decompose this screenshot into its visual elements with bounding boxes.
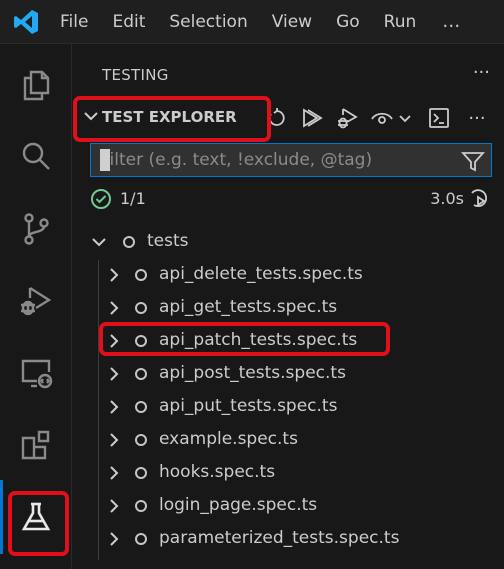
chevron-right-icon xyxy=(110,367,119,381)
test-explorer-header[interactable]: TEST EXPLORER ··· xyxy=(73,100,504,134)
search-icon[interactable] xyxy=(0,126,72,188)
tree-item[interactable]: api_get_tests.spec.ts xyxy=(73,292,504,324)
tree-item[interactable]: api_delete_tests.spec.ts xyxy=(73,259,504,291)
tree-item-label: api_put_tests.spec.ts xyxy=(159,396,338,416)
explorer-icon[interactable] xyxy=(0,54,72,116)
remote-explorer-icon[interactable] xyxy=(0,342,72,404)
terminal-output-icon[interactable] xyxy=(427,106,451,130)
run-and-debug-icon[interactable] xyxy=(0,270,72,332)
unrun-status-icon xyxy=(135,500,147,512)
filter-icon[interactable] xyxy=(461,149,485,173)
summary-count: 1/1 xyxy=(120,189,146,208)
chevron-right-icon xyxy=(110,301,119,315)
menu-file[interactable]: File xyxy=(44,0,100,44)
unrun-status-icon xyxy=(135,269,147,281)
menu-edit[interactable]: Edit xyxy=(100,0,157,44)
unrun-status-icon xyxy=(135,302,147,314)
testing-icon[interactable] xyxy=(0,486,72,548)
menu-run[interactable]: Run xyxy=(372,0,429,44)
tree-item[interactable]: hooks.spec.ts xyxy=(73,457,504,489)
tree-item[interactable]: api_post_tests.spec.ts xyxy=(73,358,504,390)
debug-all-tests-icon[interactable] xyxy=(335,106,359,130)
refresh-icon[interactable] xyxy=(265,106,289,130)
chevron-down-icon xyxy=(84,112,98,121)
tree-item-label: api_patch_tests.spec.ts xyxy=(159,330,358,350)
testing-panel: TESTING ··· TEST EXPLORER ··· 1/1 3.0s xyxy=(73,44,504,569)
run-all-tests-icon[interactable] xyxy=(300,106,324,130)
filter-input[interactable] xyxy=(91,145,451,175)
test-summary: 1/1 3.0s xyxy=(90,186,492,212)
menu-more-icon[interactable]: … xyxy=(442,11,461,32)
chevron-right-icon xyxy=(110,268,119,282)
tree-item-label: api_delete_tests.spec.ts xyxy=(159,264,363,284)
panel-title: TESTING xyxy=(102,66,169,84)
unrun-status-icon xyxy=(135,467,147,479)
tree-item-label: example.spec.ts xyxy=(159,429,298,449)
tree-item-label: api_get_tests.spec.ts xyxy=(159,297,338,317)
tree-item[interactable]: api_put_tests.spec.ts xyxy=(73,391,504,423)
unrun-status-icon xyxy=(135,335,147,347)
menu-bar: File Edit Selection View Go Run … xyxy=(0,0,504,44)
tree-item[interactable]: login_page.spec.ts xyxy=(73,490,504,522)
unrun-status-icon xyxy=(135,401,147,413)
unrun-status-icon xyxy=(135,368,147,380)
unrun-status-icon xyxy=(135,533,147,545)
chevron-right-icon xyxy=(110,466,119,480)
filter-box[interactable] xyxy=(90,143,492,177)
chevron-right-icon xyxy=(110,532,119,546)
panel-more-icon[interactable]: ··· xyxy=(473,62,490,83)
pass-check-icon xyxy=(91,189,111,209)
tree-item[interactable]: parameterized_tests.spec.ts xyxy=(73,523,504,555)
vscode-logo-icon xyxy=(8,0,44,44)
unrun-status-icon xyxy=(135,434,147,446)
chevron-right-icon xyxy=(110,433,119,447)
tree-item-label: login_page.spec.ts xyxy=(159,495,318,515)
chevron-right-icon xyxy=(110,400,119,414)
section-title: TEST EXPLORER xyxy=(102,108,237,126)
menu-selection[interactable]: Selection xyxy=(157,0,259,44)
more-actions-icon[interactable]: ··· xyxy=(465,106,489,130)
chevron-right-icon xyxy=(110,334,119,348)
unrun-status-icon xyxy=(123,236,135,248)
text-caret xyxy=(100,149,110,171)
summary-duration: 3.0s xyxy=(430,189,464,208)
chevron-right-icon xyxy=(110,499,119,513)
tree-root-tests[interactable]: tests xyxy=(73,226,504,258)
tree-item-label: parameterized_tests.spec.ts xyxy=(159,528,400,548)
menu-view[interactable]: View xyxy=(260,0,324,44)
tree-item-label: tests xyxy=(147,231,189,251)
menu-go[interactable]: Go xyxy=(324,0,372,44)
tree-item[interactable]: api_patch_tests.spec.ts xyxy=(73,325,504,357)
activity-bar xyxy=(0,44,72,569)
rerun-icon[interactable] xyxy=(468,187,492,211)
watch-tests-icon[interactable] xyxy=(370,106,414,130)
tree-item-label: api_post_tests.spec.ts xyxy=(159,363,346,383)
tree-item[interactable]: example.spec.ts xyxy=(73,424,504,456)
chevron-down-icon xyxy=(92,238,106,247)
extensions-icon[interactable] xyxy=(0,414,72,476)
tree-item-label: hooks.spec.ts xyxy=(159,462,276,482)
source-control-icon[interactable] xyxy=(0,198,72,260)
